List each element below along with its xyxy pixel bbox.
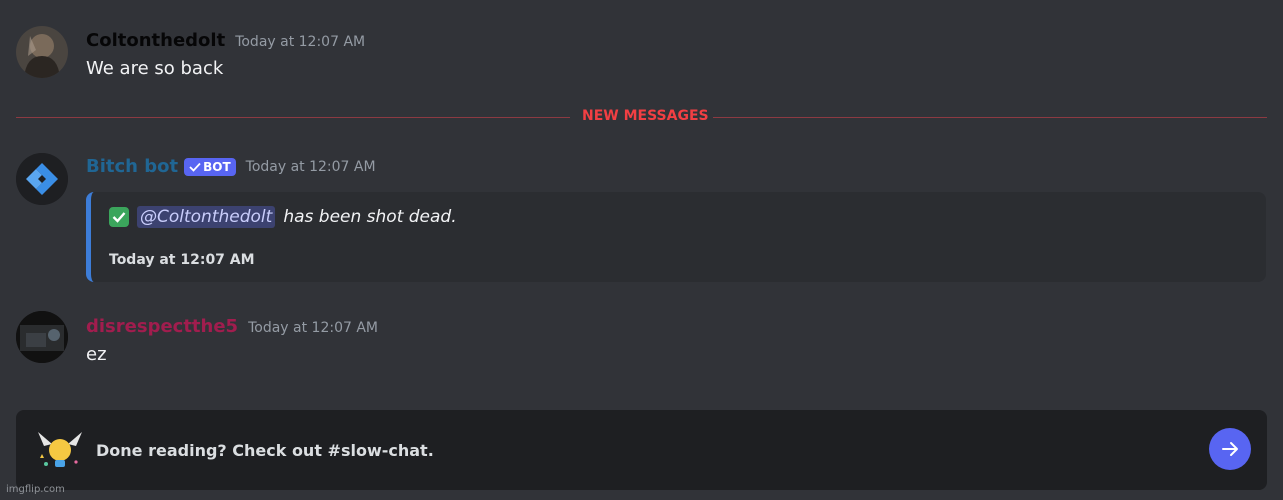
- new-messages-label: NEW MESSAGES: [582, 108, 709, 124]
- message-header: disrespectthe5 Today at 12:07 AM: [86, 316, 378, 337]
- lightbulb-icon: [34, 424, 86, 476]
- new-messages-divider: NEW MESSAGES: [16, 108, 1267, 128]
- checkmark-icon: [109, 207, 129, 227]
- username[interactable]: Coltonthedolt: [86, 30, 225, 51]
- divider-line: [713, 117, 1267, 118]
- message-content: ez: [86, 344, 107, 365]
- divider-line: [16, 117, 570, 118]
- message-coltonthedolt: Coltonthedolt Today at 12:07 AM We are s…: [0, 22, 1283, 92]
- message-disrespectthe5: disrespectthe5 Today at 12:07 AM ez: [0, 308, 1283, 378]
- avatar[interactable]: [16, 26, 68, 78]
- watermark: imgflip.com: [6, 484, 65, 495]
- bot-avatar-icon[interactable]: [16, 153, 68, 205]
- embed-description: @Coltonthedolt has been shot dead.: [109, 206, 457, 228]
- timestamp[interactable]: Today at 12:07 AM: [235, 34, 365, 50]
- checkmark-icon: [189, 162, 201, 172]
- embed: @Coltonthedolt has been shot dead. Today…: [86, 192, 1266, 282]
- username[interactable]: Bitch bot: [86, 156, 178, 177]
- message-bitch-bot: Bitch bot BOT Today at 12:07 AM @Coltont…: [0, 152, 1283, 287]
- username[interactable]: disrespectthe5: [86, 316, 238, 337]
- user-mention[interactable]: @Coltonthedolt: [137, 206, 276, 228]
- timestamp[interactable]: Today at 12:07 AM: [248, 320, 378, 336]
- message-content: We are so back: [86, 58, 224, 79]
- slow-chat-prompt[interactable]: Done reading? Check out #slow-chat.: [16, 410, 1267, 490]
- timestamp[interactable]: Today at 12:07 AM: [246, 159, 376, 175]
- avatar[interactable]: [16, 311, 68, 363]
- message-header: Bitch bot BOT Today at 12:07 AM: [86, 156, 376, 177]
- message-header: Coltonthedolt Today at 12:07 AM: [86, 30, 365, 51]
- bot-tag: BOT: [184, 157, 236, 176]
- bot-tag-label: BOT: [203, 159, 231, 174]
- slow-chat-text: Done reading? Check out #slow-chat.: [96, 441, 434, 460]
- arrow-right-icon[interactable]: [1209, 428, 1251, 470]
- embed-text: has been shot dead.: [283, 207, 457, 227]
- embed-footer-timestamp: Today at 12:07 AM: [109, 252, 255, 268]
